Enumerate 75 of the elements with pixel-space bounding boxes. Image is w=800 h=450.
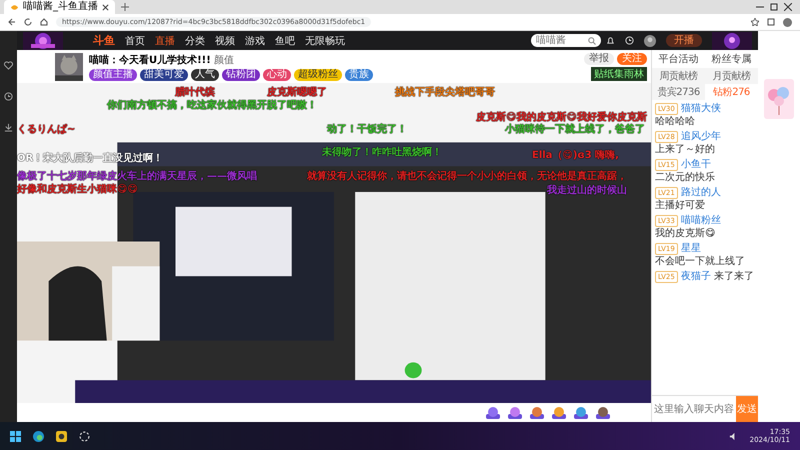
user-name[interactable]: 小鱼干: [680, 159, 711, 171]
user-name[interactable]: 星星: [680, 243, 701, 255]
chat-message: 哈哈哈哈: [655, 116, 695, 128]
nav-item[interactable]: 视频: [215, 34, 235, 48]
tag-chip[interactable]: 颜值主播: [89, 68, 137, 80]
danmaku-comment: 我走过山的时候山: [547, 185, 627, 197]
danmaku-comment: 你们南方顿不搞，吃这家伙就得黑开脱了吧嗷！: [107, 100, 317, 112]
tag-chip[interactable]: 超级粉丝: [294, 68, 342, 80]
back-icon[interactable]: [8, 18, 16, 26]
avatar-icon[interactable]: [644, 34, 656, 46]
tag-chip[interactable]: 心动: [263, 68, 291, 80]
nav-item[interactable]: 首页: [125, 34, 145, 48]
danmaku-comment: 小猫咪待一下就上线了，爸爸了: [505, 124, 645, 136]
user-name[interactable]: 喵喵粉丝: [680, 215, 721, 227]
search-field[interactable]: 喵喵酱: [531, 34, 601, 47]
chat-message: 主播好可爱: [655, 200, 705, 212]
fan-badge: 贴纸集雨林: [591, 66, 647, 80]
tag-chip[interactable]: 贵族: [345, 68, 373, 80]
nav-item[interactable]: 鱼吧: [275, 34, 295, 48]
chat-message: 来了来了: [714, 271, 754, 283]
site-logo[interactable]: 斗鱼: [93, 33, 115, 48]
close-icon[interactable]: [102, 4, 109, 10]
user-name[interactable]: 路过的人: [680, 187, 721, 199]
browser-tab[interactable]: 喵喵酱_斗鱼直播: [4, 0, 115, 14]
danmaku-comment: 动了！干饭完了！: [327, 124, 407, 136]
danmaku-comment: 就算没有人记得你，请也不会记得一个小小的白领，无论他是真正高踞，: [307, 171, 627, 183]
tag-chip[interactable]: 人气: [191, 68, 219, 80]
activity-link[interactable]: 平台活动: [658, 52, 698, 66]
star-icon[interactable]: [751, 18, 759, 26]
nav-item[interactable]: 分类: [185, 34, 205, 48]
user-name[interactable]: 猫猫大侠: [680, 103, 721, 115]
danmaku-comment: 未得吻了！咋咋吐黑烧啊！: [322, 147, 442, 159]
new-tab-icon[interactable]: [121, 3, 129, 11]
user-name[interactable]: 夜猫子: [680, 271, 711, 283]
start-stream-button[interactable]: 开播: [666, 34, 702, 47]
category-label[interactable]: 颜值: [214, 52, 234, 66]
app-icon[interactable]: [79, 430, 90, 442]
download-icon[interactable]: [4, 123, 13, 132]
nav-item[interactable]: 游戏: [245, 34, 265, 48]
danmaku-comment: くるりんぱ~: [17, 124, 76, 136]
chat-message: 不会吧一下就上线了: [655, 256, 745, 268]
avatar-icon[interactable]: [783, 18, 792, 26]
home-icon[interactable]: [40, 18, 48, 26]
danmaku-comment: 皮克斯😋我的皮克斯😋我好爱你皮克斯: [476, 112, 647, 124]
activity-link[interactable]: 粉丝专属: [712, 52, 752, 66]
room-title: 喵喵：今天看U儿学技术!!!: [89, 54, 211, 66]
ranking-tab[interactable]: 月贡献榜: [705, 68, 758, 84]
tag-chip[interactable]: 甜美可爱: [140, 68, 188, 80]
chat-message: 上来了～好的: [655, 144, 715, 156]
danmaku-comment: 挑战下手段尖塔吧哥哥: [395, 87, 495, 99]
ranking-tab[interactable]: 钻粉276: [705, 84, 758, 100]
chat-message: 二次元的快乐: [655, 172, 715, 184]
chat-message: 我的皮克斯😋: [655, 228, 716, 240]
extensions-icon[interactable]: [767, 18, 775, 26]
nav-item[interactable]: 直播: [155, 34, 175, 48]
clock-icon[interactable]: [4, 92, 13, 101]
heart-icon[interactable]: [4, 61, 13, 70]
tag-chip[interactable]: 钻粉团: [222, 68, 260, 80]
close-icon[interactable]: [784, 3, 792, 11]
ranking-tab[interactable]: 贵宾2736: [652, 84, 705, 100]
bell-icon[interactable]: [606, 36, 615, 45]
restore-icon[interactable]: [770, 3, 778, 11]
action-button[interactable]: 举报: [584, 52, 614, 64]
windows-start-icon[interactable]: [10, 430, 21, 442]
reload-icon[interactable]: [24, 18, 32, 26]
danmaku-comment: Ella（😋)ɞ3 嗨嗨,: [532, 150, 619, 162]
user-name[interactable]: 追风少年: [680, 131, 721, 143]
danmaku-comment: 皮克斯嗯嗯了: [267, 87, 327, 99]
action-button[interactable]: 关注: [617, 52, 647, 64]
browser-icon[interactable]: [33, 430, 44, 442]
app-icon[interactable]: [56, 430, 67, 442]
fish-icon: [10, 2, 19, 12]
danmaku-comment: 腊叶代缤: [175, 87, 215, 99]
nav-item[interactable]: 无限畅玩: [305, 34, 345, 48]
ranking-tab[interactable]: 周贡献榜: [652, 68, 705, 84]
